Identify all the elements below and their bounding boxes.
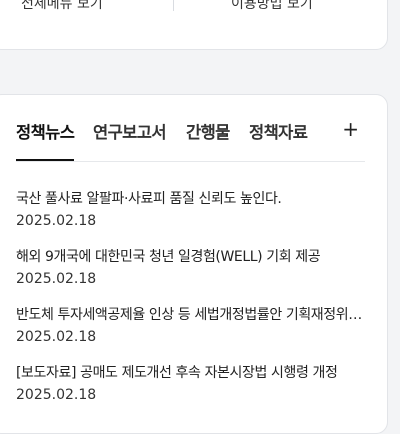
- news-date: 2025.02.18: [16, 329, 97, 345]
- news-date: 2025.02.18: [16, 213, 97, 229]
- more-plus-icon[interactable]: +: [342, 117, 359, 141]
- tab-research-reports[interactable]: 연구보고서: [93, 119, 167, 143]
- news-title[interactable]: 해외 9개국에 대한민국 청년 일경험(WELL) 기회 제공: [16, 247, 365, 267]
- tab-policy-materials[interactable]: 정책자료: [249, 119, 308, 143]
- tab-policy-news[interactable]: 정책뉴스: [16, 119, 75, 161]
- quick-links-card: 전체메뉴 보기 이용방법 보기: [0, 0, 388, 50]
- tab-bar: 정책뉴스 연구보고서 간행물 정책자료 +: [16, 117, 365, 162]
- all-menu-link[interactable]: 전체메뉴 보기: [21, 0, 103, 13]
- usage-guide-link[interactable]: 이용방법 보기: [231, 0, 313, 13]
- news-list: 국산 풀사료 알팔파·사료피 품질 신뢰도 높인다. 2025.02.18 해외…: [16, 189, 365, 421]
- list-item[interactable]: 해외 9개국에 대한민국 청년 일경험(WELL) 기회 제공 2025.02.…: [16, 247, 365, 305]
- news-date: 2025.02.18: [16, 271, 97, 287]
- news-title[interactable]: 국산 풀사료 알팔파·사료피 품질 신뢰도 높인다.: [16, 189, 365, 209]
- list-item[interactable]: 국산 풀사료 알팔파·사료피 품질 신뢰도 높인다. 2025.02.18: [16, 189, 365, 247]
- tab-publications[interactable]: 간행물: [186, 119, 230, 143]
- news-date: 2025.02.18: [16, 387, 97, 403]
- news-title[interactable]: [보도자료] 공매도 제도개선 후속 자본시장법 시행령 개정: [16, 363, 365, 383]
- list-item[interactable]: [보도자료] 공매도 제도개선 후속 자본시장법 시행령 개정 2025.02.…: [16, 363, 365, 421]
- news-title[interactable]: 반도체 투자세액공제율 인상 등 세법개정법률안 기획재정위원회 통과: [16, 305, 365, 325]
- list-item[interactable]: 반도체 투자세액공제율 인상 등 세법개정법률안 기획재정위원회 통과 2025…: [16, 305, 365, 363]
- divider: [173, 0, 174, 11]
- news-card: 정책뉴스 연구보고서 간행물 정책자료 + 국산 풀사료 알팔파·사료피 품질 …: [0, 94, 388, 434]
